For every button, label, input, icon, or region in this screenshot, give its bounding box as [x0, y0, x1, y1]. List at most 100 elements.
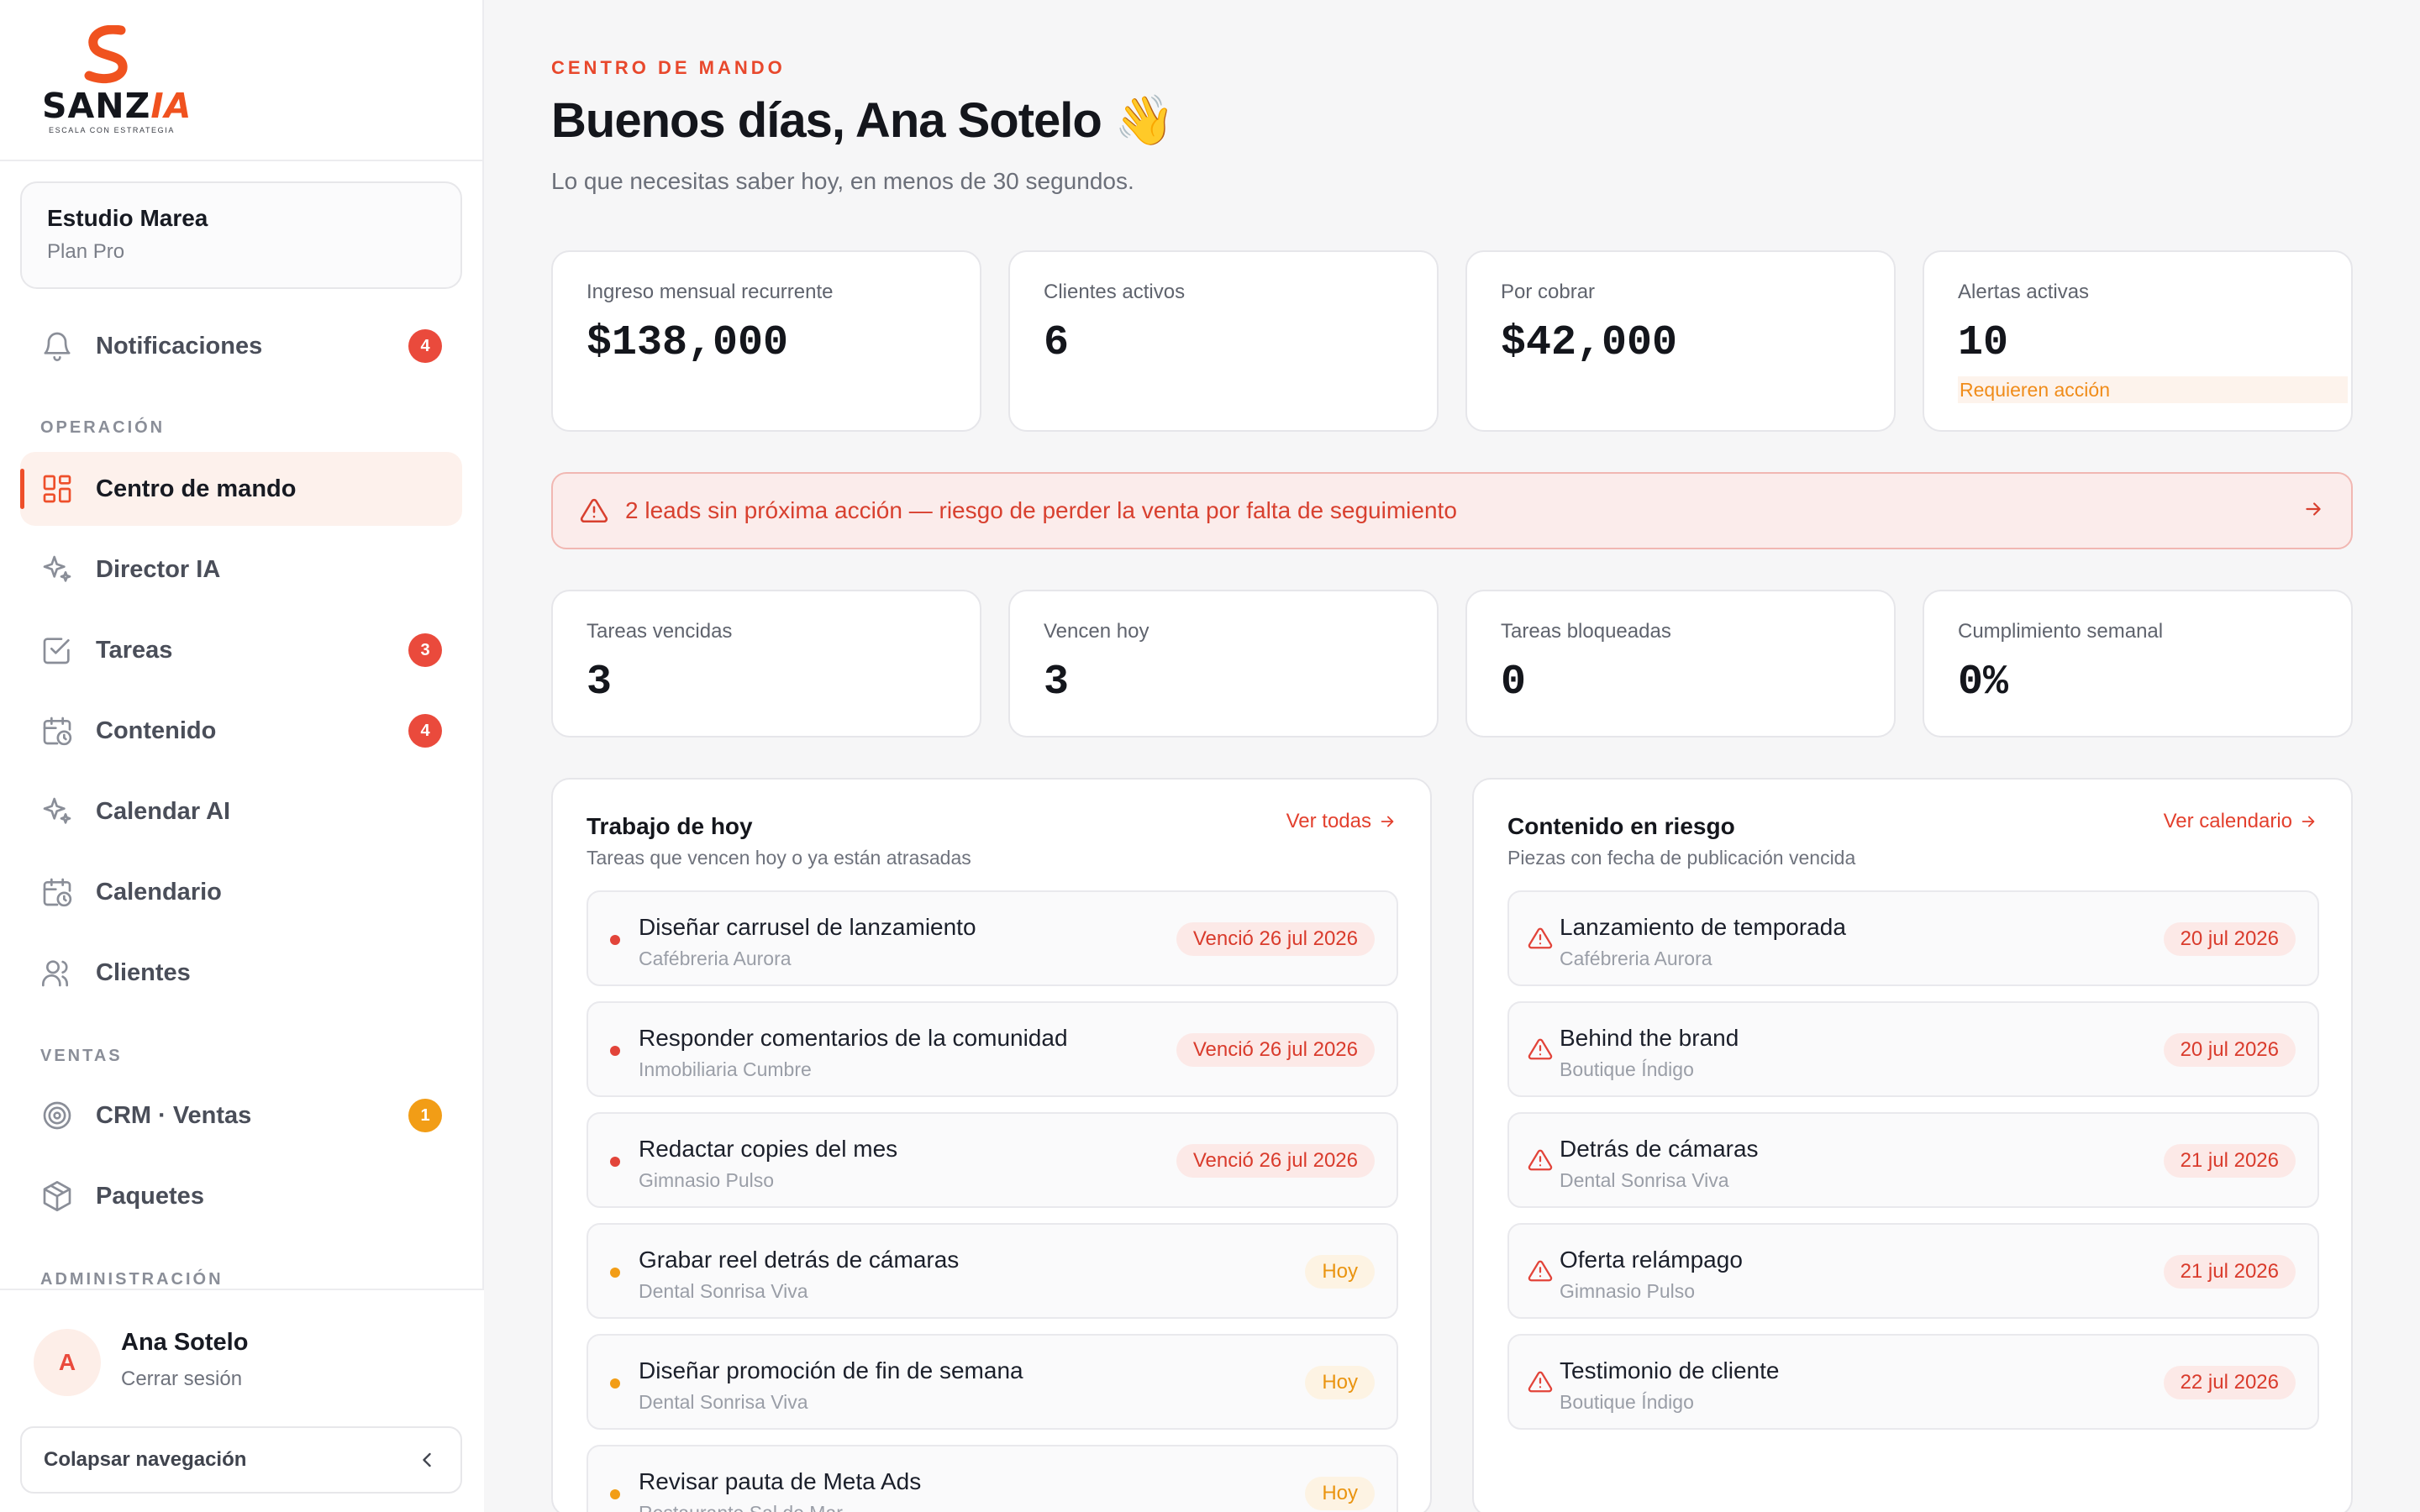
- stat-label: Clientes activos: [1044, 281, 1186, 303]
- content-row[interactable]: Testimonio de cliente Boutique Índigo 22…: [1507, 1334, 2319, 1430]
- content-row[interactable]: Oferta relámpago Gimnasio Pulso 21 jul 2…: [1507, 1223, 2319, 1319]
- content-title: Testimonio de cliente: [1560, 1357, 1780, 1383]
- stat-card-receivables[interactable]: Por cobrar $42,000: [1465, 250, 1896, 432]
- task-row[interactable]: Redactar copies del mes Gimnasio Pulso V…: [587, 1112, 1398, 1208]
- crm-badge: 1: [408, 1099, 442, 1132]
- stat-card-mrr[interactable]: Ingreso mensual recurrente $138,000: [551, 250, 981, 432]
- nav-label: Paquetes: [96, 1182, 204, 1210]
- page-subtitle: Lo que necesitas saber hoy, en menos de …: [551, 168, 1134, 194]
- panel-title: Contenido en riesgo: [1507, 813, 1735, 839]
- nav-label: Contenido: [96, 717, 217, 744]
- stat-value: $138,000: [587, 319, 789, 367]
- content-title: Detrás de cámaras: [1560, 1136, 1759, 1162]
- nav-notifications[interactable]: Notificaciones 4: [20, 309, 462, 383]
- date-badge: 20 jul 2026: [2163, 1033, 2296, 1067]
- stat-label: Cumplimiento semanal: [1958, 620, 2164, 643]
- status-dot: [610, 1489, 620, 1499]
- nav-calendario[interactable]: Calendario: [20, 855, 462, 929]
- status-badge: Venció 26 jul 2026: [1176, 1144, 1375, 1178]
- task-title: Responder comentarios de la comunidad: [639, 1025, 1068, 1051]
- nav-crm-ventas[interactable]: CRM · Ventas 1: [20, 1079, 462, 1152]
- work-today-panel: Trabajo de hoy Tareas que vencen hoy o y…: [551, 778, 1432, 1512]
- logo-wordmark: SANZIA: [42, 86, 192, 126]
- nav-label: CRM · Ventas: [96, 1101, 252, 1129]
- warning-icon: [1528, 1371, 1553, 1393]
- stat-card-blocked-tasks[interactable]: Tareas bloqueadas 0: [1465, 590, 1896, 738]
- workspace-switcher[interactable]: Estudio Marea Plan Pro: [20, 181, 462, 289]
- avatar[interactable]: A: [34, 1329, 101, 1396]
- task-row[interactable]: Responder comentarios de la comunidad In…: [587, 1001, 1398, 1097]
- content-row[interactable]: Behind the brand Boutique Índigo 20 jul …: [1507, 1001, 2319, 1097]
- stat-card-due-today[interactable]: Vencen hoy 3: [1008, 590, 1439, 738]
- stat-card-weekly-completion[interactable]: Cumplimiento semanal 0%: [1923, 590, 2353, 738]
- content-row[interactable]: Lanzamiento de temporada Cafébreria Auro…: [1507, 890, 2319, 986]
- nav-clientes[interactable]: Clientes: [20, 936, 462, 1010]
- status-badge: Venció 26 jul 2026: [1176, 922, 1375, 956]
- arrow-right-icon: [1381, 816, 1394, 827]
- calendar-clock-icon: [40, 714, 74, 748]
- content-risk-panel: Contenido en riesgo Piezas con fecha de …: [1472, 778, 2353, 1512]
- section-label-sales: VENTAS: [40, 1047, 123, 1065]
- link-label: Ver calendario: [2163, 810, 2292, 832]
- task-client: Inmobiliaria Cumbre: [639, 1058, 812, 1080]
- target-icon: [40, 1099, 74, 1132]
- status-dot: [610, 1157, 620, 1167]
- task-client: Restaurante Sal de Mar: [639, 1502, 843, 1512]
- panel-title: Trabajo de hoy: [587, 813, 753, 839]
- task-row[interactable]: Grabar reel detrás de cámaras Dental Son…: [587, 1223, 1398, 1319]
- nav-label: Clientes: [96, 958, 191, 986]
- nav-label: Director IA: [96, 555, 221, 583]
- stat-label: Por cobrar: [1501, 281, 1596, 303]
- stat-label: Tareas vencidas: [587, 620, 733, 643]
- status-badge: Venció 26 jul 2026: [1176, 1033, 1375, 1067]
- stat-card-active-alerts[interactable]: Alertas activas 10 Requieren acción: [1923, 250, 2353, 432]
- logo-area: SANZIA ESCALA CON ESTRATEGIA: [0, 0, 482, 161]
- nav-label: Centro de mando: [96, 475, 297, 502]
- logo-tagline: ESCALA CON ESTRATEGIA: [49, 126, 175, 134]
- collapse-label: Colapsar navegación: [44, 1448, 247, 1471]
- section-label-admin: ADMINISTRACIÓN: [40, 1270, 224, 1289]
- nav-label: Calendar AI: [96, 797, 231, 825]
- collapse-navigation-button[interactable]: Colapsar navegación: [20, 1426, 462, 1494]
- stat-value: $42,000: [1501, 319, 1678, 367]
- content-client: Boutique Índigo: [1560, 1058, 1694, 1080]
- nav-director-ia[interactable]: Director IA: [20, 533, 462, 606]
- task-row[interactable]: Diseñar promoción de fin de semana Denta…: [587, 1334, 1398, 1430]
- stat-value: 6: [1044, 319, 1070, 367]
- view-calendar-link[interactable]: Ver calendario: [2164, 810, 2317, 833]
- brand-logo[interactable]: SANZIA ESCALA CON ESTRATEGIA: [42, 25, 193, 138]
- page-eyebrow: CENTRO DE MANDO: [551, 57, 786, 78]
- warning-icon: [1528, 927, 1553, 949]
- status-badge: Hoy: [1305, 1477, 1375, 1510]
- main-content: CENTRO DE MANDO Buenos días, Ana Sotelo …: [486, 0, 2420, 1512]
- logout-link[interactable]: Cerrar sesión: [121, 1368, 242, 1391]
- nav-contenido[interactable]: Contenido 4: [20, 694, 462, 768]
- nav-tareas[interactable]: Tareas 3: [20, 613, 462, 687]
- task-row[interactable]: Diseñar carrusel de lanzamiento Cafébrer…: [587, 890, 1398, 986]
- task-row[interactable]: Revisar pauta de Meta Ads Restaurante Sa…: [587, 1445, 1398, 1512]
- stat-card-overdue-tasks[interactable]: Tareas vencidas 3: [551, 590, 981, 738]
- view-all-tasks-link[interactable]: Ver todas: [1286, 810, 1397, 833]
- user-name: Ana Sotelo: [121, 1329, 249, 1356]
- stat-label: Ingreso mensual recurrente: [587, 281, 834, 303]
- nav-paquetes[interactable]: Paquetes: [20, 1159, 462, 1233]
- nav-centro-de-mando[interactable]: Centro de mando: [20, 452, 462, 526]
- task-client: Dental Sonrisa Viva: [639, 1391, 808, 1413]
- content-title: Oferta relámpago: [1560, 1247, 1743, 1273]
- content-row[interactable]: Detrás de cámaras Dental Sonrisa Viva 21…: [1507, 1112, 2319, 1208]
- stat-label: Vencen hoy: [1044, 620, 1150, 643]
- users-icon: [40, 956, 74, 990]
- leads-alert-banner[interactable]: 2 leads sin próxima acción — riesgo de p…: [551, 472, 2353, 549]
- nav-calendar-ai[interactable]: Calendar AI: [20, 774, 462, 848]
- nav-label: Calendario: [96, 878, 222, 906]
- dashboard-icon: [40, 472, 74, 506]
- arrow-right-icon[interactable]: [2302, 498, 2324, 524]
- sparkles-icon: [40, 553, 74, 586]
- section-label-operation: OPERACIÓN: [40, 418, 166, 437]
- alert-text: 2 leads sin próxima acción — riesgo de p…: [625, 497, 1457, 523]
- task-title: Revisar pauta de Meta Ads: [639, 1468, 922, 1494]
- stat-card-active-clients[interactable]: Clientes activos 6: [1008, 250, 1439, 432]
- content-client: Dental Sonrisa Viva: [1560, 1169, 1729, 1191]
- arrow-right-icon: [2302, 816, 2315, 827]
- chevron-left-icon: [423, 1452, 431, 1467]
